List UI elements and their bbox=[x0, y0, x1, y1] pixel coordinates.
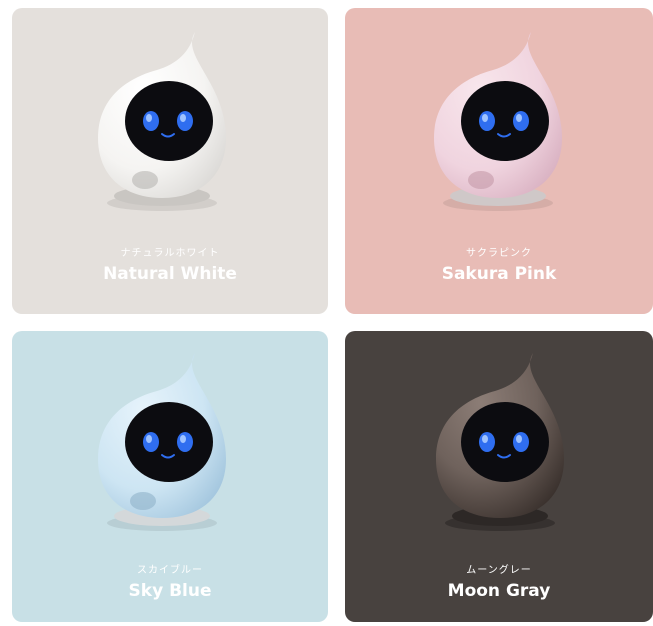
card-moon-gray: ムーングレー Moon Gray bbox=[345, 331, 653, 622]
robot-sky-blue-image bbox=[98, 353, 226, 531]
en-color-label: Natural White bbox=[103, 264, 237, 284]
jp-color-label: ナチュラルホワイト bbox=[120, 248, 220, 259]
card-sakura-pink: サクラピンク Sakura Pink bbox=[345, 8, 653, 314]
card-sky-blue: スカイブルー Sky Blue bbox=[12, 331, 328, 622]
product-color-grid: ナチュラルホワイト Natural White サクラピンク Sakura Pi… bbox=[0, 0, 653, 626]
en-color-label: Sky Blue bbox=[128, 581, 212, 601]
robot-moon-gray-image bbox=[436, 353, 564, 531]
card-natural-white: ナチュラルホワイト Natural White bbox=[12, 8, 328, 314]
jp-color-label: スカイブルー bbox=[137, 565, 203, 576]
en-color-label: Sakura Pink bbox=[441, 264, 557, 284]
jp-color-label: ムーングレー bbox=[466, 565, 532, 576]
jp-color-label: サクラピンク bbox=[466, 248, 532, 259]
en-color-label: Moon Gray bbox=[447, 581, 551, 601]
